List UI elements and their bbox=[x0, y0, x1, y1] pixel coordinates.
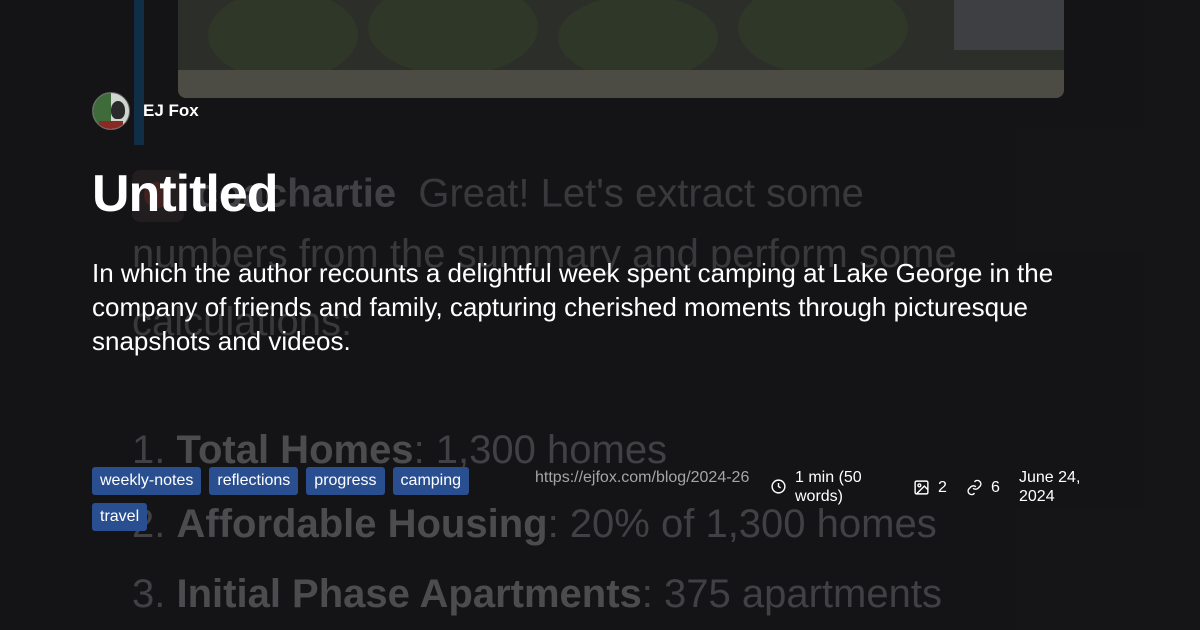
page-title: Untitled bbox=[92, 165, 279, 223]
post-date: June 24, 2024 bbox=[1019, 469, 1081, 505]
tag-list: weekly-notes reflections progress campin… bbox=[92, 467, 512, 531]
clock-icon bbox=[771, 479, 786, 494]
image-icon bbox=[914, 480, 929, 495]
link-icon bbox=[967, 479, 982, 496]
reading-time: 1 min (50 words) bbox=[770, 468, 885, 506]
link-count: 6 bbox=[966, 478, 1000, 497]
post-url[interactable]: https://ejfox.com/blog/2024-26 bbox=[535, 468, 760, 487]
avatar bbox=[92, 92, 130, 130]
tag-camping[interactable]: camping bbox=[392, 467, 470, 495]
image-count-value: 2 bbox=[938, 479, 947, 496]
link-count-value: 6 bbox=[991, 479, 1000, 496]
post-description: In which the author recounts a delightfu… bbox=[92, 258, 1054, 356]
author-name[interactable]: EJ Fox bbox=[143, 101, 199, 121]
tag-progress[interactable]: progress bbox=[306, 467, 385, 495]
image-count: 2 bbox=[913, 478, 947, 497]
tag-reflections[interactable]: reflections bbox=[209, 467, 299, 495]
tag-travel[interactable]: travel bbox=[92, 503, 148, 531]
reading-time-label: 1 min (50 words) bbox=[795, 469, 862, 505]
author-block[interactable]: EJ Fox bbox=[92, 92, 199, 130]
tag-weekly-notes[interactable]: weekly-notes bbox=[92, 467, 202, 495]
